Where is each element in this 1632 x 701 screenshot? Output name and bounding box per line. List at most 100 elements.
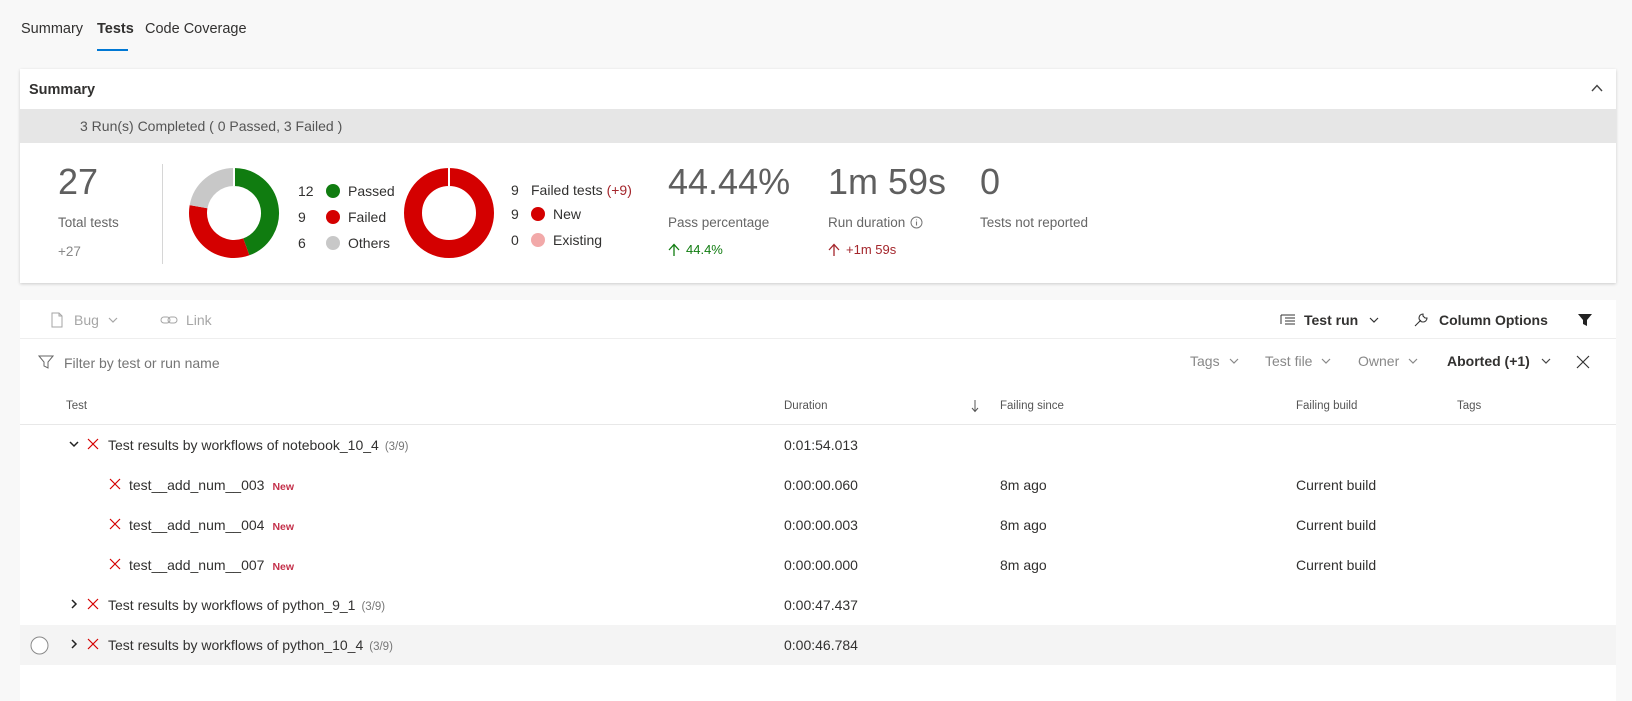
test-duration: 0:00:00.060 (784, 477, 858, 493)
filter-icon (38, 355, 54, 369)
column-header-test[interactable]: Test (66, 400, 87, 412)
chevron-down-icon[interactable] (68, 438, 80, 450)
column-options-label: Column Options (1439, 312, 1548, 328)
pass-percentage-value: 44.44% (668, 161, 791, 202)
sort-descending-icon[interactable] (971, 399, 979, 413)
legend-color-dot (326, 184, 340, 198)
chevron-up-icon (1591, 84, 1603, 92)
table-row[interactable]: test__add_num__007 New 0:00:00.000 8m ago… (20, 545, 1616, 585)
table-row[interactable]: Test results by workflows of notebook_10… (20, 425, 1616, 465)
runs-status-bar: 3 Run(s) Completed ( 0 Passed, 3 Failed … (20, 109, 1616, 143)
arrow-up-icon (668, 243, 680, 256)
failing-since: 8m ago (1000, 517, 1047, 533)
test-file-filter-label: Test file (1265, 353, 1313, 369)
link-label: Link (186, 312, 212, 328)
filter-bar: Tags Test file Owner Aborted (+1) (20, 338, 1616, 387)
bug-label: Bug (74, 312, 99, 328)
passed-slice (233, 168, 279, 256)
tab-tests[interactable]: Tests (97, 21, 134, 37)
test-duration: 0:00:00.003 (784, 517, 858, 533)
failing-build: Current build (1296, 557, 1377, 573)
filter-toggle-button[interactable] (1577, 312, 1593, 328)
failing-build: Current build (1296, 477, 1377, 493)
legend-count: 9 (298, 209, 306, 225)
legend-color-dot (531, 233, 545, 247)
chevron-down-icon (1229, 358, 1239, 364)
legend-color-dot (326, 236, 340, 250)
column-header-failing-build[interactable]: Failing build (1296, 400, 1357, 412)
column-header-tags[interactable]: Tags (1457, 400, 1481, 412)
arrow-up-icon (828, 243, 840, 256)
owner-filter-label: Owner (1358, 353, 1400, 369)
legend-count: 12 (298, 183, 314, 199)
not-reported-value: 0 (980, 161, 1001, 202)
run-duration-label-row: Run duration (828, 215, 923, 230)
legend-count: 9 (511, 206, 519, 222)
clear-filters-close-icon[interactable] (1576, 355, 1590, 369)
failed-tests-label: Failed tests (531, 182, 603, 198)
table-row[interactable]: Test results by workflows of python_10_4… (20, 625, 1616, 665)
failed-x-icon (109, 558, 121, 570)
outcome-donut-chart (189, 168, 279, 258)
test-name: test__add_num__004 New (129, 517, 295, 533)
failed-tests-delta: (+9) (606, 182, 632, 198)
run-duration-delta: +1m 59s (846, 242, 897, 257)
not-reported-label: Tests not reported (980, 215, 1089, 230)
table-row[interactable]: Test results by workflows of python_9_1(… (20, 585, 1616, 625)
failing-build: Current build (1296, 517, 1377, 533)
tags-filter-label: Tags (1190, 353, 1220, 369)
test-duration: 0:00:00.000 (784, 557, 858, 573)
collapse-summary-button[interactable] (1586, 77, 1608, 99)
tab-summary[interactable]: Summary (21, 21, 83, 37)
owner-filter-dropdown[interactable]: Owner (1358, 353, 1419, 369)
failed-x-icon (87, 638, 99, 650)
test-run-label: Test run (1304, 312, 1359, 328)
runs-completed-text: 3 Run(s) Completed ( 0 Passed, 3 Failed … (80, 118, 343, 134)
bug-button[interactable]: Bug (50, 312, 119, 328)
failed-tests-count: 9 (511, 182, 519, 198)
failed-tests-legend: 9 Failed tests (+9) (511, 182, 632, 198)
column-header-failing-since[interactable]: Failing since (1000, 400, 1064, 412)
failure-legend-new: 9 New (511, 206, 581, 222)
new-badge: New (272, 521, 295, 533)
legend-count: 0 (511, 232, 519, 248)
failing-since: 8m ago (1000, 557, 1047, 573)
pass-percentage-delta: 44.4% (686, 242, 723, 257)
total-tests-delta: +27 (58, 244, 81, 259)
chevron-right-icon[interactable] (68, 638, 80, 650)
filter-solid-icon (1578, 314, 1592, 326)
tab-code-coverage[interactable]: Code Coverage (145, 21, 247, 37)
legend-label: Others (348, 235, 391, 251)
info-icon[interactable] (910, 216, 923, 229)
test-run-grouping-button[interactable]: Test run (1280, 312, 1380, 328)
chevron-right-icon[interactable] (68, 598, 80, 610)
outcome-legend-others: 6 Others (298, 235, 390, 251)
outcome-filter-dropdown[interactable]: Aborted (+1) (1447, 353, 1552, 369)
group-list-icon (1280, 314, 1295, 325)
outcome-legend-passed: 12 Passed (298, 183, 395, 199)
failed-slice (189, 205, 250, 258)
table-row[interactable]: test__add_num__003 New 0:00:00.060 8m ago… (20, 465, 1616, 505)
row-select-checkbox[interactable] (30, 636, 49, 655)
search-input[interactable] (62, 351, 466, 375)
chevron-down-icon (108, 317, 118, 323)
bug-icon (51, 312, 63, 328)
failed-x-icon (109, 518, 121, 530)
failure-donut-chart (404, 168, 494, 258)
column-header-duration[interactable]: Duration (784, 400, 827, 412)
test-name: Test results by workflows of python_9_1(… (108, 597, 386, 613)
total-tests-value: 27 (58, 161, 99, 202)
summary-card: Summary 3 Run(s) Completed ( 0 Passed, 3… (20, 69, 1616, 283)
table-row[interactable]: test__add_num__004 New 0:00:00.003 8m ago… (20, 505, 1616, 545)
column-options-button[interactable]: Column Options (1413, 312, 1548, 328)
chevron-down-icon (1408, 358, 1418, 364)
summary-title: Summary (29, 82, 96, 98)
tags-filter-dropdown[interactable]: Tags (1190, 353, 1240, 369)
others-slice (189, 168, 235, 209)
link-button[interactable]: Link (160, 312, 212, 328)
legend-label: Passed (348, 183, 395, 199)
legend-label: Existing (553, 232, 603, 248)
test-duration: 0:00:46.784 (784, 637, 858, 653)
test-duration: 0:01:54.013 (784, 437, 858, 453)
test-file-filter-dropdown[interactable]: Test file (1265, 353, 1332, 369)
